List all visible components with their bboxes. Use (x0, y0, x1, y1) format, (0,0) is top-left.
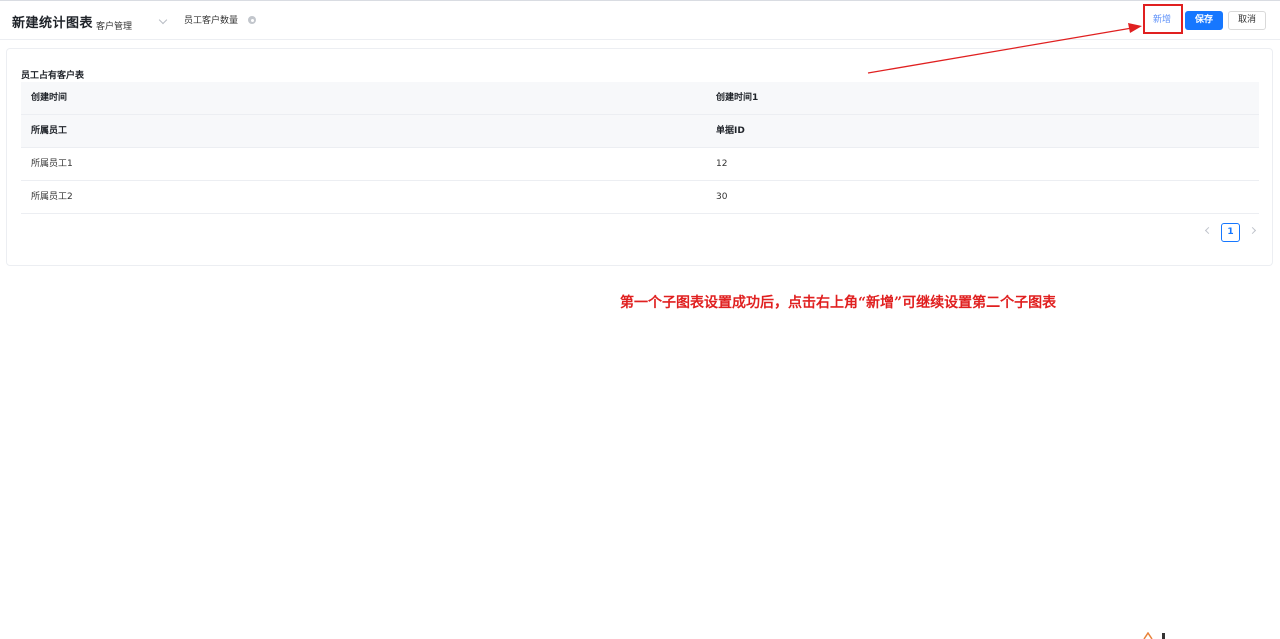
table-cell: 单据ID (716, 126, 745, 136)
chevron-right-icon[interactable] (1248, 226, 1257, 235)
annotation-text: 第一个子图表设置成功后，点击右上角“新增”可继续设置第二个子图表 (620, 295, 1057, 311)
clear-icon[interactable] (248, 16, 256, 24)
table-row: 所属员工1 12 (21, 148, 1259, 181)
page-title: 新建统计图表 (12, 16, 94, 31)
table-cell: 所属员工 (31, 126, 68, 136)
card-title: 员工占有客户表 (21, 71, 85, 81)
cancel-button[interactable]: 取消 (1228, 11, 1266, 30)
arrow-annotation (867, 23, 1142, 74)
module-select[interactable]: 客户管理 (96, 14, 172, 32)
page-number-button[interactable]: 1 (1221, 223, 1240, 242)
table-cell: 所属员工1 (31, 159, 73, 169)
table-row: 创建时间 创建时间1 (21, 82, 1259, 115)
chart-card: 员工占有客户表 创建时间 创建时间1 所属员工 单据ID 所属员工1 12 所属… (6, 48, 1273, 266)
data-table: 创建时间 创建时间1 所属员工 单据ID 所属员工1 12 所属员工2 30 (21, 82, 1259, 214)
pagination: 1 (1200, 223, 1264, 243)
save-button[interactable]: 保存 (1185, 11, 1223, 30)
table-cell: 所属员工2 (31, 192, 73, 202)
module-select-value: 客户管理 (96, 22, 133, 32)
table-cell: 12 (716, 159, 728, 169)
table-cell: 创建时间1 (716, 93, 759, 103)
table-cell: 30 (716, 192, 728, 202)
chart-name-input[interactable]: 员工客户数量 (184, 14, 238, 28)
table-row: 所属员工2 30 (21, 181, 1259, 214)
chevron-down-icon (158, 15, 168, 25)
chevron-left-icon[interactable] (1204, 226, 1213, 235)
table-cell: 创建时间 (31, 93, 68, 103)
logo-icon (1143, 632, 1165, 639)
table-row: 所属员工 单据ID (21, 115, 1259, 148)
